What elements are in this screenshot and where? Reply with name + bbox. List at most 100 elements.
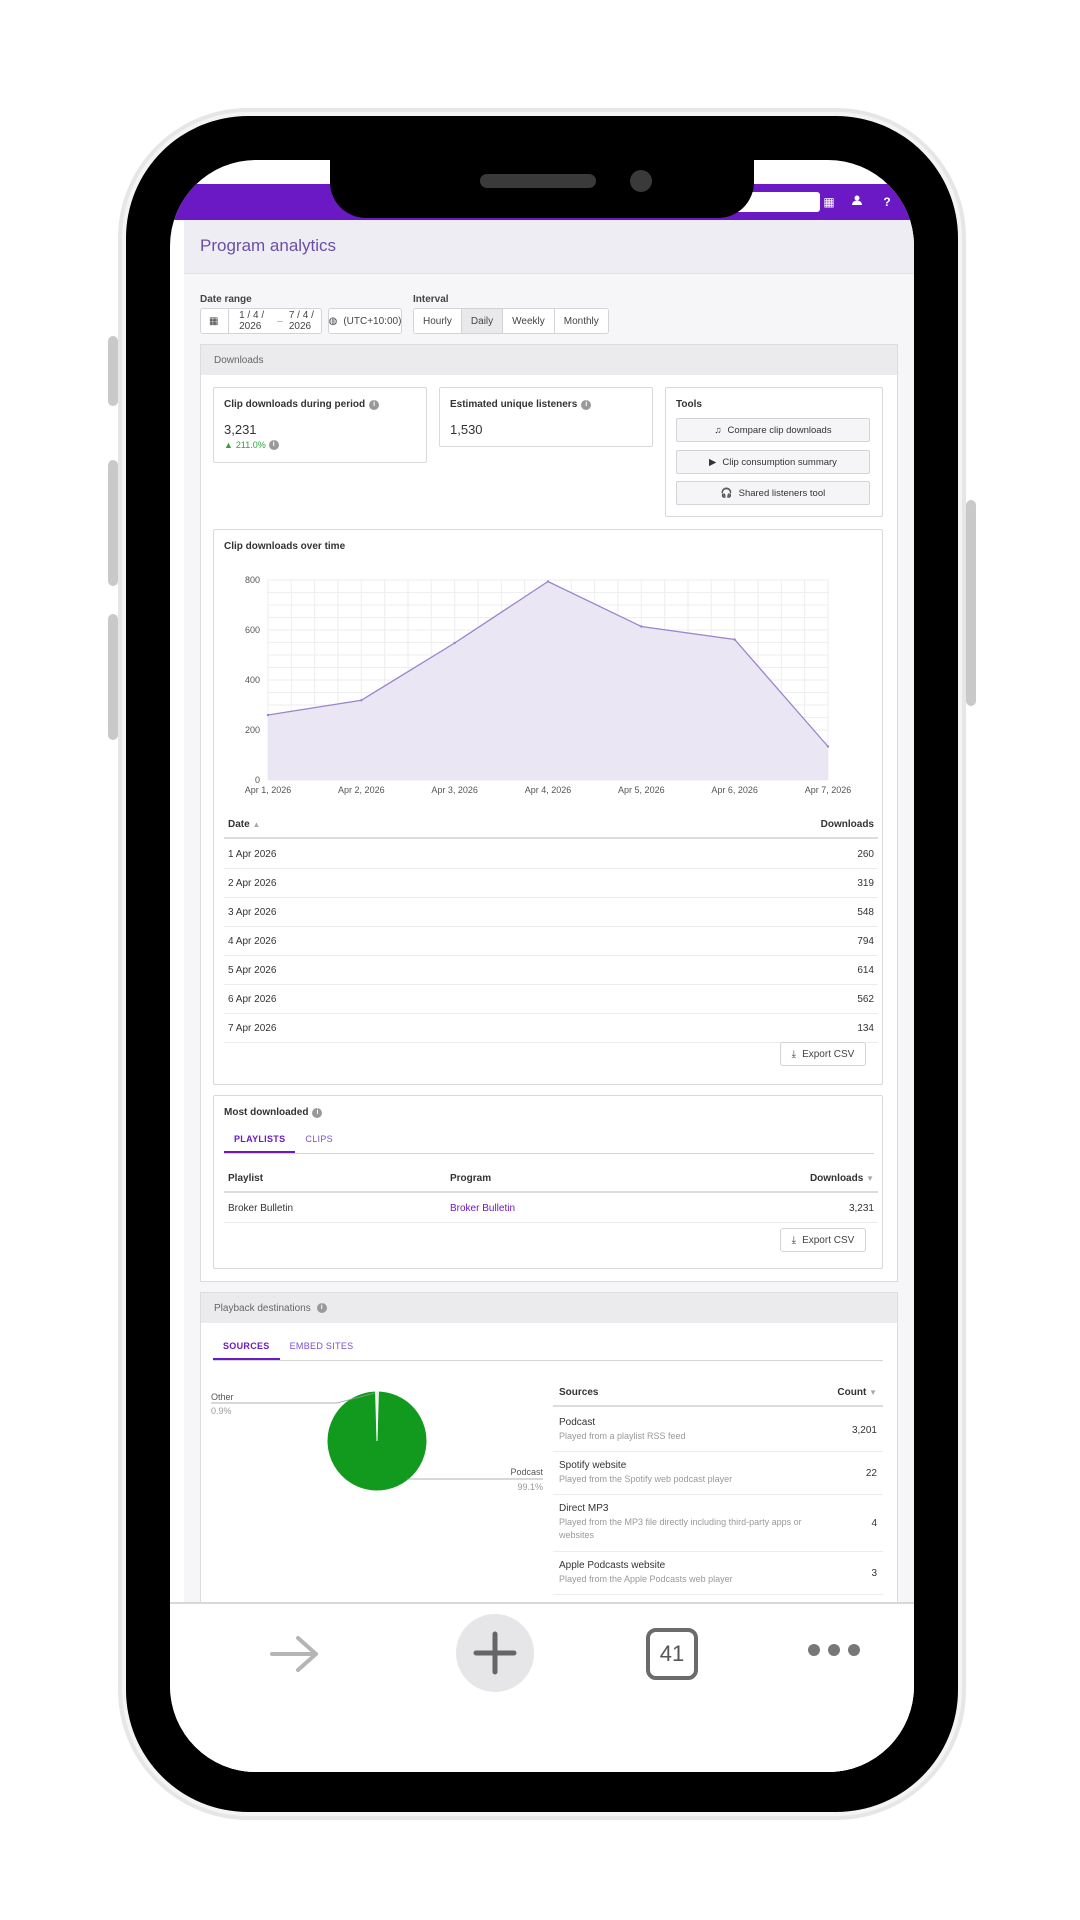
more-menu-button[interactable] bbox=[808, 1644, 860, 1656]
new-tab-button[interactable] bbox=[456, 1614, 534, 1692]
clip-consumption-summary-button[interactable]: ▶ Clip consumption summary bbox=[676, 450, 870, 474]
data-point bbox=[826, 745, 830, 748]
tabs-count-button[interactable]: 41 bbox=[646, 1628, 698, 1680]
info-icon[interactable]: i bbox=[369, 399, 380, 410]
col-downloads-sort[interactable]: Downloads ▼ bbox=[810, 1173, 874, 1184]
phone-screen: ▦ ? Program analytics Date range ▦ 1 / 4… bbox=[170, 160, 914, 1772]
col-playlist[interactable]: Playlist bbox=[228, 1173, 263, 1184]
clip-downloads-title-text: Clip downloads during period bbox=[224, 399, 366, 410]
col-downloads[interactable]: Downloads bbox=[821, 819, 874, 830]
user-icon[interactable] bbox=[848, 193, 866, 211]
row-date: 7 Apr 2026 bbox=[228, 1023, 277, 1034]
table-row: Broker Bulletin Broker Bulletin 3,231 bbox=[224, 1194, 878, 1223]
source-name: Podcast bbox=[559, 1417, 596, 1428]
row-date: 5 Apr 2026 bbox=[228, 965, 277, 976]
tab-clips[interactable]: CLIPS bbox=[295, 1126, 343, 1153]
tools-card: Tools ♫ Compare clip downloads ▶ Clip co… bbox=[665, 387, 883, 517]
program-link[interactable]: Broker Bulletin bbox=[450, 1203, 515, 1214]
x-tick-label: Apr 5, 2026 bbox=[618, 785, 665, 795]
table-row: 1 Apr 2026 260 bbox=[224, 840, 878, 869]
info-icon[interactable]: i bbox=[316, 1303, 327, 1313]
interval-monthly[interactable]: Monthly bbox=[554, 309, 608, 333]
date-separator: – bbox=[277, 315, 283, 327]
timezone-button[interactable]: ◍ (UTC+10:00) bbox=[328, 308, 402, 334]
list-item: Spotify website Played from the Spotify w… bbox=[553, 1452, 883, 1495]
date-from: 1 / 4 / 2026 bbox=[239, 310, 265, 332]
row-date: 4 Apr 2026 bbox=[228, 936, 277, 947]
download-icon: ⤓ bbox=[791, 1234, 797, 1246]
plus-icon bbox=[473, 1631, 517, 1675]
tab-sources[interactable]: SOURCES bbox=[213, 1333, 280, 1360]
y-tick-label: 400 bbox=[245, 675, 260, 685]
compare-clip-downloads-button[interactable]: ♫ Compare clip downloads bbox=[676, 418, 870, 442]
clip-downloads-title: Clip downloads during period i bbox=[224, 399, 380, 410]
clip-downloads-delta-value: 211.0% bbox=[235, 440, 266, 450]
data-point bbox=[640, 625, 643, 628]
pie-percent-label: 0.9% bbox=[211, 1406, 232, 1416]
row-downloads: 134 bbox=[857, 1023, 874, 1034]
pie-percent-label: 99.1% bbox=[517, 1482, 543, 1492]
date-range-picker[interactable]: ▦ 1 / 4 / 2026 – 7 / 4 / 2026 bbox=[200, 308, 322, 334]
unique-listeners-value: 1,530 bbox=[450, 422, 483, 437]
row-downloads: 794 bbox=[857, 936, 874, 947]
tools-title: Tools bbox=[676, 399, 702, 410]
source-name: Direct MP3 bbox=[559, 1503, 609, 1514]
most-downloaded-tabs: PLAYLISTS CLIPS bbox=[224, 1126, 874, 1154]
shared-listeners-tool-label: Shared listeners tool bbox=[738, 487, 826, 499]
interval-hourly[interactable]: Hourly bbox=[414, 309, 462, 333]
source-name: Spotify website bbox=[559, 1460, 627, 1471]
data-point bbox=[733, 638, 736, 641]
tab-playlists[interactable]: PLAYLISTS bbox=[224, 1126, 296, 1153]
table-row: 4 Apr 2026 794 bbox=[224, 927, 878, 956]
col-count-label: Count bbox=[837, 1387, 867, 1398]
clip-downloads-card: Clip downloads during period i 3,231 ▲ 2… bbox=[213, 387, 427, 463]
forward-arrow-icon[interactable] bbox=[268, 1632, 324, 1676]
source-name: Apple Podcasts website bbox=[559, 1560, 666, 1571]
export-csv-button[interactable]: ⤓ Export CSV bbox=[780, 1042, 866, 1066]
headphones-icon: 🎧 bbox=[720, 487, 733, 499]
grid-icon[interactable]: ▦ bbox=[820, 193, 838, 211]
table-row: 5 Apr 2026 614 bbox=[224, 956, 878, 985]
globe-icon: ◍ bbox=[328, 315, 338, 327]
data-point bbox=[546, 580, 550, 583]
col-sources[interactable]: Sources bbox=[559, 1387, 598, 1398]
pie-label: Other bbox=[211, 1392, 234, 1402]
shared-listeners-tool-button[interactable]: 🎧 Shared listeners tool bbox=[676, 481, 870, 505]
col-date-label: Date bbox=[228, 819, 250, 830]
sources-table-header: Sources Count ▼ bbox=[553, 1379, 883, 1407]
phone-volume-down bbox=[108, 614, 118, 740]
phone-notch bbox=[330, 160, 754, 218]
list-item: Apple Podcasts website Played from the Ap… bbox=[553, 1552, 883, 1595]
browser-toolbar: 41 bbox=[170, 1602, 914, 1772]
row-downloads: 260 bbox=[857, 849, 874, 860]
interval-daily[interactable]: Daily bbox=[461, 309, 504, 333]
clip-downloads-value: 3,231 bbox=[224, 422, 257, 437]
data-point bbox=[453, 641, 456, 645]
row-downloads: 548 bbox=[857, 907, 874, 918]
most-downloaded-card: Most downloaded i PLAYLISTS CLIPS Playli… bbox=[213, 1095, 883, 1269]
export-csv-button[interactable]: ⤓ Export CSV bbox=[780, 1228, 866, 1252]
pie-label: Podcast bbox=[510, 1467, 543, 1477]
row-downloads: 562 bbox=[857, 994, 874, 1005]
playback-pie-chart: Other 0.9% Podcast 99.1% bbox=[211, 1390, 543, 1492]
info-icon[interactable]: i bbox=[312, 1107, 323, 1118]
source-count: 4 bbox=[871, 1518, 877, 1529]
help-icon[interactable]: ? bbox=[878, 193, 896, 211]
interval-selector: Hourly Daily Weekly Monthly bbox=[413, 308, 609, 334]
tab-embed-sites[interactable]: EMBED SITES bbox=[280, 1333, 364, 1360]
col-date[interactable]: Date ▲ bbox=[228, 819, 260, 830]
col-program[interactable]: Program bbox=[450, 1173, 491, 1184]
date-to: 7 / 4 / 2026 bbox=[288, 310, 314, 332]
sort-asc-icon: ▲ bbox=[252, 820, 261, 829]
page-header: Program analytics bbox=[184, 220, 914, 274]
list-item: Podcast Played from a playlist RSS feed 3,… bbox=[553, 1409, 883, 1452]
phone-speaker bbox=[480, 174, 596, 188]
info-icon[interactable]: i bbox=[581, 399, 592, 410]
clip-downloads-chart: 0 200 400 600 800 Apr 1, 2026 Apr 2, 2026 Apr 3… bbox=[245, 575, 852, 795]
playback-section-title: Playback destinations bbox=[214, 1302, 311, 1314]
col-count[interactable]: Count ▼ bbox=[837, 1387, 877, 1398]
row-date: 3 Apr 2026 bbox=[228, 907, 277, 918]
interval-weekly[interactable]: Weekly bbox=[503, 309, 555, 333]
chart-title: Clip downloads over time bbox=[224, 541, 346, 552]
info-icon[interactable]: i bbox=[268, 440, 279, 450]
